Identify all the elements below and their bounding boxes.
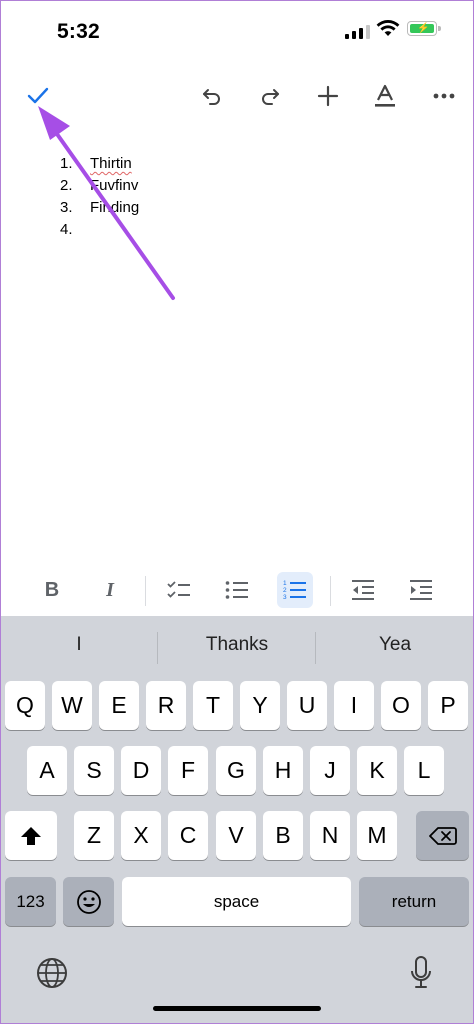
- increase-indent-button[interactable]: [403, 572, 439, 608]
- space-key[interactable]: space: [122, 877, 351, 926]
- key-c[interactable]: C: [168, 811, 208, 860]
- text-format-icon: [375, 84, 395, 107]
- battery-icon: ⚡: [407, 21, 441, 36]
- wifi-icon: [376, 20, 400, 36]
- list-text: Thirtin: [90, 155, 132, 172]
- home-indicator[interactable]: [153, 1006, 321, 1011]
- emoji-key[interactable]: [63, 877, 114, 926]
- done-button[interactable]: [22, 80, 54, 112]
- key-g[interactable]: G: [216, 746, 256, 795]
- key-o[interactable]: O: [381, 681, 421, 730]
- status-bar: 5:32 ⚡: [0, 0, 474, 64]
- key-l[interactable]: L: [404, 746, 444, 795]
- key-w[interactable]: W: [52, 681, 92, 730]
- key-e[interactable]: E: [99, 681, 139, 730]
- list-number: 1.: [60, 155, 73, 172]
- list-item[interactable]: 3. Finding: [60, 197, 139, 219]
- key-b[interactable]: B: [263, 811, 303, 860]
- bulleted-list-button[interactable]: [219, 572, 255, 608]
- dictation-button[interactable]: [406, 954, 436, 992]
- key-m[interactable]: M: [357, 811, 397, 860]
- key-f[interactable]: F: [168, 746, 208, 795]
- delete-key[interactable]: [416, 811, 469, 860]
- increase-indent-icon: [410, 580, 432, 600]
- insert-button[interactable]: [312, 80, 344, 112]
- bold-label: B: [44, 578, 60, 601]
- toolbar-divider: [330, 576, 331, 606]
- more-icon: [433, 93, 455, 99]
- key-v[interactable]: V: [216, 811, 256, 860]
- list-text: Finding: [90, 199, 140, 216]
- key-s[interactable]: S: [74, 746, 114, 795]
- key-q[interactable]: Q: [5, 681, 45, 730]
- list-number: 2.: [60, 177, 73, 194]
- list-number: 4.: [60, 221, 73, 238]
- text-format-button[interactable]: [369, 80, 401, 112]
- list-text: Fuvfinv: [90, 177, 139, 194]
- globe-icon: [37, 958, 67, 988]
- formatting-toolbar: B I 1 2 3: [0, 566, 474, 616]
- globe-button[interactable]: [35, 956, 69, 990]
- redo-button[interactable]: [254, 80, 286, 112]
- key-z[interactable]: Z: [74, 811, 114, 860]
- redo-icon: [262, 89, 279, 105]
- key-p[interactable]: P: [428, 681, 468, 730]
- keyboard: I Thanks Yea Q W E R T Y U I O P A S D F…: [0, 616, 474, 1024]
- key-d[interactable]: D: [121, 746, 161, 795]
- italic-label: I: [106, 578, 114, 601]
- numbered-list-button[interactable]: 1 2 3: [277, 572, 313, 608]
- suggestion-item[interactable]: Thanks: [158, 634, 316, 656]
- emoji-icon: [76, 889, 101, 914]
- italic-button[interactable]: I: [92, 572, 128, 608]
- key-i[interactable]: I: [334, 681, 374, 730]
- key-n[interactable]: N: [310, 811, 350, 860]
- list-item[interactable]: 4.: [60, 219, 90, 241]
- bold-button[interactable]: B: [34, 572, 70, 608]
- delete-icon: [428, 826, 457, 845]
- svg-text:2: 2: [283, 587, 287, 594]
- toolbar-divider: [145, 576, 146, 606]
- key-y[interactable]: Y: [240, 681, 280, 730]
- key-k[interactable]: K: [357, 746, 397, 795]
- key-a[interactable]: A: [27, 746, 67, 795]
- undo-icon: [203, 89, 220, 105]
- more-options-button[interactable]: [428, 80, 460, 112]
- undo-button[interactable]: [196, 80, 228, 112]
- status-time: 5:32: [57, 20, 100, 43]
- list-item[interactable]: 1. Thirtin: [60, 153, 132, 175]
- microphone-icon: [411, 956, 431, 988]
- checklist-icon: [167, 581, 190, 598]
- key-t[interactable]: T: [193, 681, 233, 730]
- return-key[interactable]: return: [359, 877, 469, 926]
- svg-text:3: 3: [283, 594, 287, 601]
- checklist-button[interactable]: [161, 572, 197, 608]
- key-j[interactable]: J: [310, 746, 350, 795]
- shift-key[interactable]: [5, 811, 57, 860]
- plus-icon: [317, 85, 339, 107]
- key-h[interactable]: H: [263, 746, 303, 795]
- key-r[interactable]: R: [146, 681, 186, 730]
- decrease-indent-icon: [352, 580, 374, 600]
- numbers-key[interactable]: 123: [5, 877, 56, 926]
- svg-text:1: 1: [283, 580, 287, 587]
- decrease-indent-button[interactable]: [345, 572, 381, 608]
- cellular-signal-icon: [345, 24, 370, 39]
- checkmark-icon: [27, 87, 49, 104]
- list-number: 3.: [60, 199, 73, 216]
- numbered-list-icon: 1 2 3: [283, 580, 306, 601]
- key-x[interactable]: X: [121, 811, 161, 860]
- shift-icon: [21, 826, 41, 845]
- key-u[interactable]: U: [287, 681, 327, 730]
- list-item[interactable]: 2. Fuvfinv: [60, 175, 138, 197]
- suggestion-item[interactable]: I: [0, 634, 158, 656]
- bulleted-list-icon: [225, 581, 248, 599]
- suggestion-bar: I Thanks Yea: [0, 616, 474, 678]
- suggestion-item[interactable]: Yea: [316, 634, 474, 656]
- editor-toolbar: [0, 72, 474, 118]
